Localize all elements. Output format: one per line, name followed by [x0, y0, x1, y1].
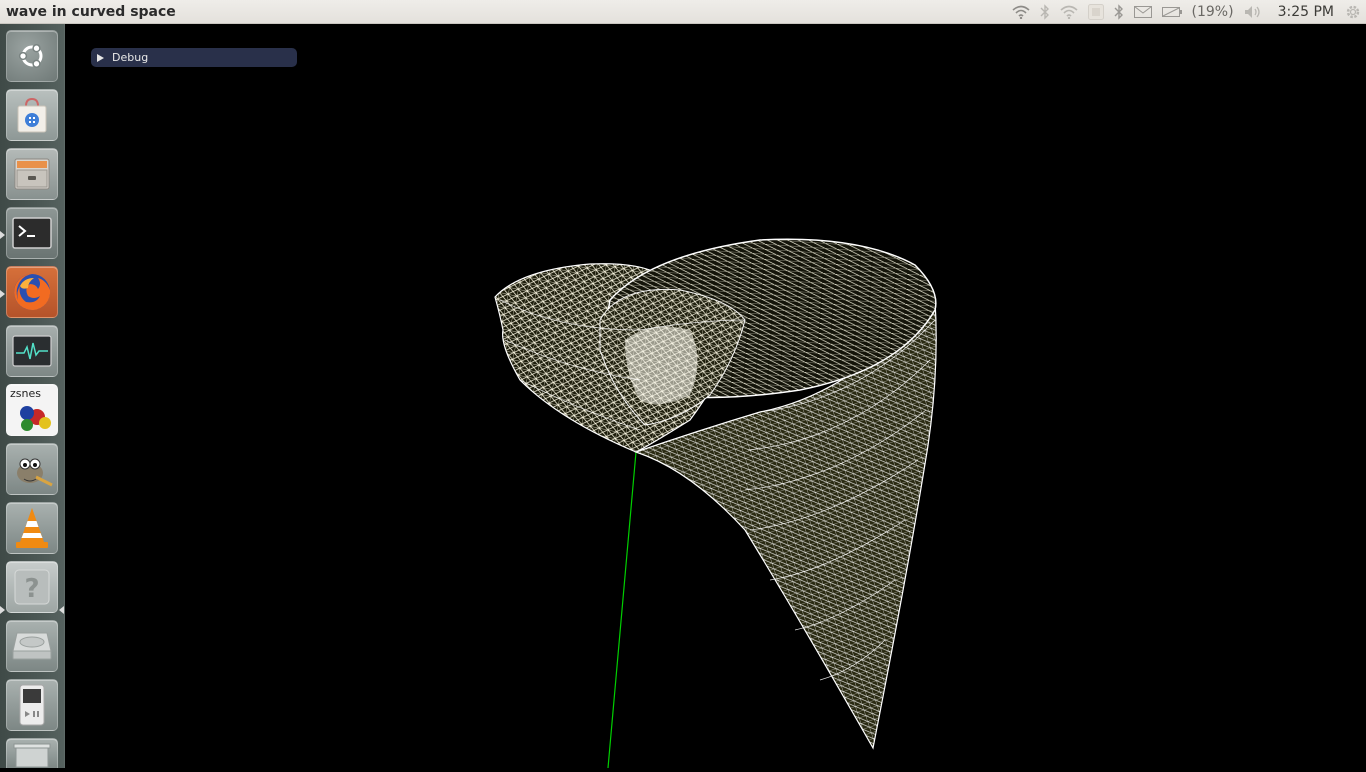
- wave-mesh-render: [494, 238, 937, 769]
- launcher-item-terminal[interactable]: [6, 207, 58, 259]
- vlc-cone-icon: [16, 508, 48, 548]
- top-panel: wave in curved space (19%) 3:25 PM: [0, 0, 1366, 24]
- volume-icon[interactable]: [1244, 0, 1262, 24]
- launcher-item-software-center[interactable]: [6, 89, 58, 141]
- zsnes-icon: zsnes: [10, 387, 51, 431]
- wifi-icon[interactable]: [1012, 0, 1030, 24]
- clock[interactable]: 3:25 PM: [1278, 0, 1334, 24]
- mail-icon[interactable]: [1133, 0, 1152, 24]
- focused-indicator: [59, 606, 64, 614]
- svg-text:?: ?: [24, 574, 39, 604]
- firefox-icon: [14, 274, 51, 310]
- launcher-item-drive[interactable]: [6, 620, 58, 672]
- launcher-item-system-monitor[interactable]: [6, 325, 58, 377]
- launcher-item-unknown-app[interactable]: ?: [6, 561, 58, 613]
- wifi-icon[interactable]: [1060, 0, 1078, 24]
- media-player-icon: [19, 684, 45, 726]
- launcher-item-files[interactable]: [6, 148, 58, 200]
- bluetooth-icon[interactable]: [1040, 0, 1050, 24]
- keyboard-layout-icon[interactable]: [1087, 0, 1104, 24]
- launcher-item-trash[interactable]: [6, 738, 58, 768]
- debug-window-title: Debug: [112, 51, 149, 64]
- question-mark-icon: ?: [14, 569, 50, 605]
- gimp-icon: [17, 458, 53, 487]
- file-cabinet-icon: [14, 158, 50, 190]
- launcher-item-gimp[interactable]: [6, 443, 58, 495]
- debug-window-header[interactable]: Debug: [91, 48, 297, 67]
- running-indicator: [0, 606, 5, 614]
- expand-arrow-icon[interactable]: [97, 53, 104, 62]
- render-viewport[interactable]: [65, 24, 1366, 769]
- bluetooth-icon[interactable]: [1114, 0, 1124, 24]
- svg-text:zsnes: zsnes: [10, 387, 41, 400]
- hard-drive-icon: [12, 632, 52, 660]
- battery-icon[interactable]: [1161, 0, 1182, 24]
- terminal-icon: [12, 217, 52, 249]
- indicator-area: (19%) 3:25 PM: [1002, 0, 1366, 24]
- settings-gear-icon[interactable]: [1344, 0, 1362, 24]
- launcher-item-media-player[interactable]: [6, 679, 58, 731]
- trash-icon: [13, 743, 51, 767]
- launcher-item-dash[interactable]: [6, 30, 58, 82]
- system-monitor-icon: [12, 335, 52, 367]
- battery-percent[interactable]: (19%): [1192, 0, 1234, 24]
- axis-line: [607, 451, 637, 769]
- launcher-item-firefox[interactable]: [6, 266, 58, 318]
- window-title: wave in curved space: [6, 3, 176, 20]
- launcher: zsnes ?: [0, 24, 65, 768]
- ubuntu-logo-icon: [18, 44, 43, 68]
- launcher-item-vlc[interactable]: [6, 502, 58, 554]
- shopping-bag-icon: [17, 97, 47, 133]
- running-indicator: [0, 290, 5, 298]
- running-indicator: [0, 231, 5, 239]
- launcher-item-zsnes[interactable]: zsnes: [6, 384, 58, 436]
